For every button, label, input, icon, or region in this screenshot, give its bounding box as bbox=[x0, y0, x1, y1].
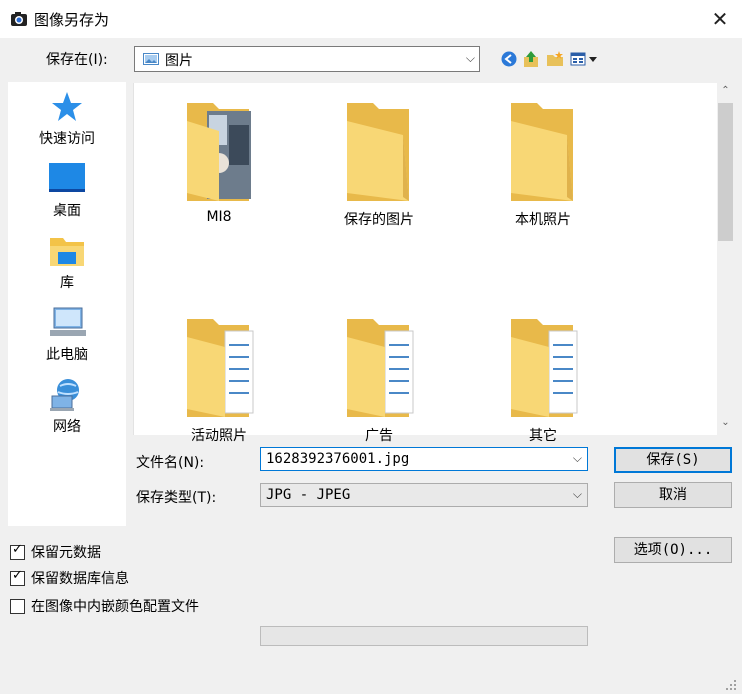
place-desktop[interactable]: 桌面 bbox=[8, 162, 126, 220]
scrollbar-thumb[interactable] bbox=[718, 103, 733, 241]
save-button[interactable]: 保存(S) bbox=[614, 447, 732, 473]
place-label: 桌面 bbox=[53, 203, 81, 219]
resize-grip-icon[interactable] bbox=[722, 676, 738, 692]
place-label: 库 bbox=[60, 275, 74, 291]
file-name: MI8 bbox=[206, 209, 232, 225]
filetype-select[interactable]: JPG - JPEG ⌵ bbox=[260, 483, 588, 507]
checkbox-label: 保留数据库信息 bbox=[31, 571, 129, 587]
places-bar: 快速访问 桌面 库 此电脑 网络 bbox=[8, 82, 126, 526]
save-in-value: 图片 bbox=[165, 53, 193, 69]
list-item-folder-mi8[interactable]: MI8 bbox=[144, 101, 294, 225]
cancel-button[interactable]: 取消 bbox=[614, 482, 732, 508]
checkmark-icon: ✓ bbox=[12, 541, 23, 557]
checkbox-box[interactable] bbox=[10, 598, 25, 614]
filetype-value: JPG - JPEG bbox=[266, 487, 351, 503]
place-label: 此电脑 bbox=[46, 347, 88, 363]
back-arrow-icon[interactable] bbox=[500, 50, 518, 68]
up-folder-icon[interactable] bbox=[522, 50, 540, 68]
chevron-down-icon: ⌵ bbox=[465, 51, 475, 65]
checkbox-keep-metadata[interactable]: ✓ 保留元数据 bbox=[10, 542, 101, 562]
filename-label: 文件名(N): bbox=[136, 455, 205, 471]
camera-app-icon bbox=[11, 12, 27, 26]
network-icon bbox=[50, 379, 79, 411]
place-network[interactable]: 网络 bbox=[8, 378, 126, 436]
document-folder-icon bbox=[347, 319, 414, 417]
checkmark-icon: ✓ bbox=[12, 567, 23, 583]
scroll-up-icon[interactable]: ⌃ bbox=[717, 85, 734, 96]
save-in-label: 保存在(I): bbox=[46, 52, 108, 68]
filetype-label: 保存类型(T): bbox=[136, 490, 217, 506]
options-button[interactable]: 选项(O)... bbox=[614, 537, 732, 563]
file-name: 保存的图片 bbox=[344, 212, 414, 228]
filename-input[interactable]: 1628392376001.jpg ⌵ bbox=[260, 447, 588, 471]
library-icon bbox=[50, 238, 84, 266]
chevron-down-icon: ⌵ bbox=[572, 487, 582, 501]
document-folder-icon bbox=[187, 319, 254, 417]
file-name: 活动照片 bbox=[191, 428, 247, 444]
list-item-folder-saved-pictures[interactable]: 保存的图片 bbox=[304, 101, 454, 229]
list-item-folder-ads[interactable]: 广告 bbox=[304, 317, 454, 445]
checkbox-box[interactable]: ✓ bbox=[10, 567, 25, 586]
save-in-combobox[interactable]: 图片 ⌵ bbox=[134, 46, 480, 72]
new-folder-icon[interactable] bbox=[546, 50, 564, 68]
window-title: 图像另存为 bbox=[34, 11, 110, 29]
place-library[interactable]: 库 bbox=[8, 234, 126, 292]
place-label: 网络 bbox=[53, 419, 81, 435]
scroll-down-icon[interactable]: ⌄ bbox=[717, 417, 734, 428]
file-list[interactable]: MI8 保存的图片 本机照片 活动照片 广告 其它 ⌃ ⌄ bbox=[133, 83, 734, 444]
checkbox-label: 在图像中内嵌颜色配置文件 bbox=[31, 599, 199, 615]
computer-icon bbox=[50, 307, 86, 336]
file-name: 其它 bbox=[529, 428, 557, 444]
pictures-folder-icon bbox=[143, 53, 159, 65]
list-item-folder-other[interactable]: 其它 bbox=[468, 317, 618, 445]
close-button[interactable]: ✕ bbox=[704, 3, 736, 35]
file-name: 广告 bbox=[365, 428, 393, 444]
place-quick-access[interactable]: 快速访问 bbox=[8, 90, 126, 148]
photo-folder-icon bbox=[187, 103, 251, 201]
checkbox-keep-database-info[interactable]: ✓ 保留数据库信息 bbox=[10, 568, 129, 588]
folder-icon bbox=[347, 103, 409, 201]
place-this-pc[interactable]: 此电脑 bbox=[8, 306, 126, 364]
view-menu-icon[interactable] bbox=[570, 50, 598, 68]
progress-bar bbox=[260, 626, 588, 646]
vertical-scrollbar[interactable]: ⌃ ⌄ bbox=[717, 83, 734, 435]
desktop-icon bbox=[49, 163, 85, 192]
star-icon bbox=[52, 92, 82, 121]
filename-value: 1628392376001.jpg bbox=[266, 451, 410, 467]
document-folder-icon bbox=[511, 319, 578, 417]
chevron-down-icon[interactable]: ⌵ bbox=[573, 451, 582, 466]
checkbox-box[interactable]: ✓ bbox=[10, 541, 25, 560]
list-item-folder-camera-roll[interactable]: 本机照片 bbox=[468, 101, 618, 229]
place-label: 快速访问 bbox=[39, 131, 95, 147]
file-name: 本机照片 bbox=[515, 212, 571, 228]
folder-icon bbox=[511, 103, 573, 201]
checkbox-label: 保留元数据 bbox=[31, 545, 101, 561]
checkbox-embed-color-profile[interactable]: 在图像中内嵌颜色配置文件 bbox=[10, 596, 199, 616]
close-icon: ✕ bbox=[711, 7, 729, 31]
list-item-folder-activity[interactable]: 活动照片 bbox=[144, 317, 294, 445]
title-bar bbox=[0, 0, 742, 38]
